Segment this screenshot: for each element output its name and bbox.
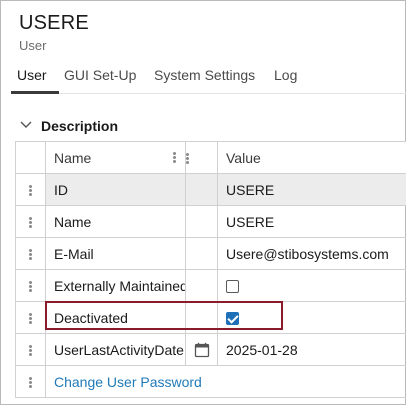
row-icon-cell <box>185 237 218 270</box>
name-field[interactable]: USERE <box>217 205 406 238</box>
drag-handle-icon[interactable] <box>28 376 33 390</box>
row-icon-cell <box>185 301 218 334</box>
tab-divider <box>11 93 406 94</box>
table-row-externally-maintained: Externally Maintained <box>15 269 406 302</box>
row-drag-handle[interactable] <box>15 269 46 302</box>
change-password-link[interactable]: Change User Password <box>45 365 406 398</box>
last-activity-date-field[interactable]: 2025-01-28 <box>217 333 406 366</box>
drag-handle-icon[interactable] <box>28 248 33 262</box>
tab-log[interactable]: Log <box>274 67 297 83</box>
column-header-name[interactable]: Name <box>45 141 186 174</box>
deactivated-cell <box>217 301 406 334</box>
row-icon-cell <box>185 269 218 302</box>
active-tab-indicator <box>11 91 59 94</box>
drag-handle-icon[interactable] <box>28 344 33 358</box>
id-value: USERE <box>217 173 406 206</box>
tab-gui-set-up[interactable]: GUI Set-Up <box>64 67 136 83</box>
column-header-name-label: Name <box>54 149 92 166</box>
window-frame: USERE User User GUI Set-Up System Settin… <box>0 0 406 405</box>
drag-handle-icon[interactable] <box>28 184 33 198</box>
row-drag-handle[interactable] <box>15 301 46 334</box>
column-menu-icon[interactable] <box>173 151 177 165</box>
page-title: USERE <box>19 12 89 34</box>
calendar-icon[interactable] <box>194 342 210 358</box>
row-drag-handle[interactable] <box>15 365 46 398</box>
table-row-email: E-Mail Usere@stibosystems.com <box>15 237 406 270</box>
externally-maintained-checkbox[interactable] <box>226 280 239 294</box>
row-label: UserLastActivityDate <box>45 333 186 366</box>
description-grid: Name Value ID USERE Name USERE E-Mail Us… <box>15 141 406 398</box>
table-row-deactivated: Deactivated <box>15 301 406 334</box>
row-drag-handle[interactable] <box>15 333 46 366</box>
tab-user[interactable]: User <box>17 67 47 83</box>
chevron-down-icon[interactable] <box>19 118 33 132</box>
row-drag-handle[interactable] <box>15 173 46 206</box>
table-row-id: ID USERE <box>15 173 406 206</box>
row-drag-handle[interactable] <box>15 205 46 238</box>
column-header-icon[interactable] <box>185 141 218 174</box>
column-menu-icon[interactable] <box>186 152 190 166</box>
column-header-value[interactable]: Value <box>217 141 406 174</box>
grid-header-row: Name Value <box>15 141 406 174</box>
row-icon-cell <box>185 205 218 238</box>
table-row-name: Name USERE <box>15 205 406 238</box>
row-drag-handle[interactable] <box>15 237 46 270</box>
header-handle-cell <box>15 141 46 174</box>
row-label: Deactivated <box>45 301 186 334</box>
table-row-last-activity-date: UserLastActivityDate 2025-01-28 <box>15 333 406 366</box>
section-title: Description <box>41 118 119 134</box>
tab-system-settings[interactable]: System Settings <box>154 67 255 83</box>
row-label: E-Mail <box>45 237 186 270</box>
tab-bar: User GUI Set-Up System Settings Log <box>7 65 406 94</box>
drag-handle-icon[interactable] <box>28 312 33 326</box>
page-subtitle: User <box>19 38 47 53</box>
row-icon-cell <box>185 173 218 206</box>
table-row-link: Change User Password <box>15 365 406 398</box>
deactivated-checkbox[interactable] <box>226 312 239 326</box>
externally-maintained-cell <box>217 269 406 302</box>
row-label: Externally Maintained <box>45 269 186 302</box>
drag-handle-icon[interactable] <box>28 280 33 294</box>
row-label: ID <box>45 173 186 206</box>
row-label: Name <box>45 205 186 238</box>
drag-handle-icon[interactable] <box>28 216 33 230</box>
email-field[interactable]: Usere@stibosystems.com <box>217 237 406 270</box>
date-picker-cell <box>185 333 218 366</box>
